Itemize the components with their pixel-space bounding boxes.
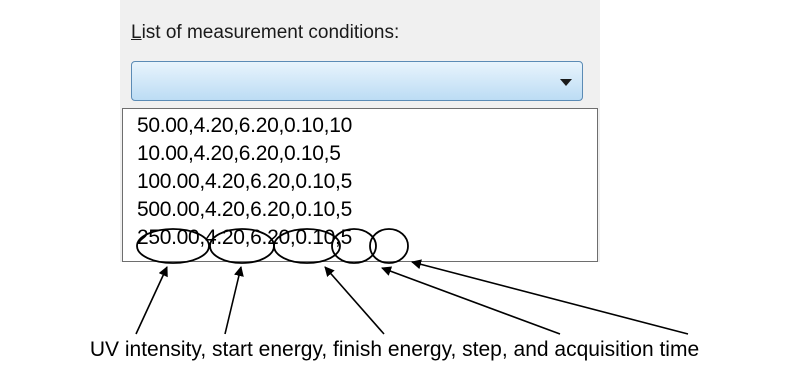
arrow-finish-energy xyxy=(324,266,385,335)
arrow-uv-intensity xyxy=(135,266,168,335)
arrow-start-energy xyxy=(224,266,244,335)
ellipse-finish-energy xyxy=(273,228,341,264)
ellipse-start-energy xyxy=(209,228,275,264)
arrow-acquisition-time xyxy=(411,259,689,335)
annotation-arrows xyxy=(135,259,689,335)
annotation-overlay xyxy=(135,228,689,335)
ellipse-uv-intensity xyxy=(136,228,210,264)
annotation-caption: UV intensity, start energy, finish energ… xyxy=(89,338,700,361)
field-highlight-ellipses xyxy=(136,228,409,264)
